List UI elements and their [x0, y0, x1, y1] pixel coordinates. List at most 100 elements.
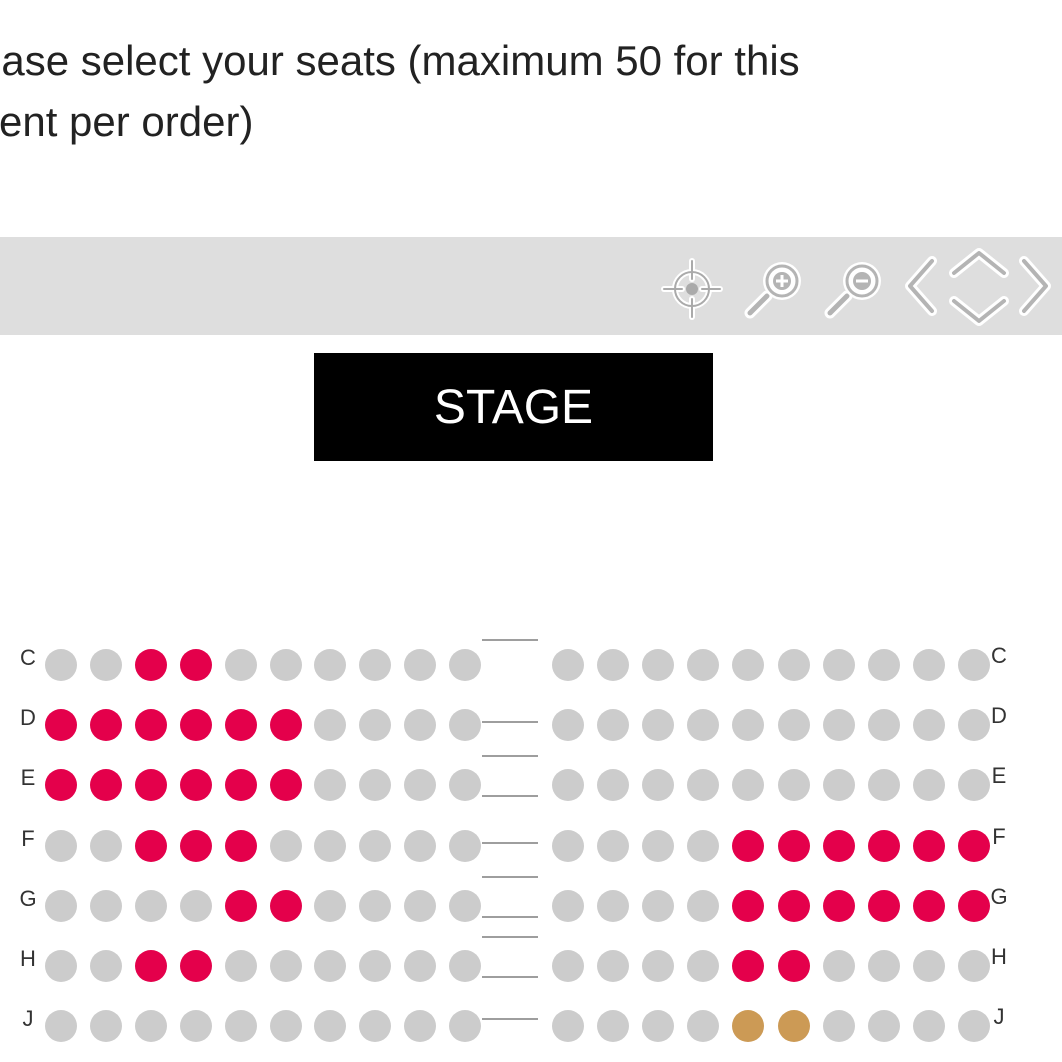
seat-h-left-9[interactable] [404, 950, 437, 982]
seat-f-left-5[interactable] [224, 829, 257, 862]
seat-e-left-2[interactable] [89, 769, 122, 802]
seat-d-left-5[interactable] [224, 709, 257, 742]
seat-e-right-7[interactable] [822, 769, 855, 802]
seat-j-left-3[interactable] [134, 1010, 167, 1043]
seat-f-right-5[interactable] [732, 829, 765, 862]
seat-g-left-3[interactable] [134, 889, 167, 922]
seat-f-left-8[interactable] [359, 829, 392, 862]
seat-f-right-7[interactable] [822, 829, 855, 862]
seat-e-left-1[interactable] [45, 769, 77, 802]
seat-d-left-10[interactable] [449, 709, 482, 742]
seat-e-right-5[interactable] [732, 769, 765, 802]
seat-c-right-2[interactable] [597, 649, 630, 681]
seat-f-left-6[interactable] [269, 829, 302, 862]
seat-h-right-5[interactable] [732, 950, 765, 982]
seat-d-left-2[interactable] [89, 709, 122, 742]
seat-d-left-3[interactable] [134, 709, 167, 742]
seat-f-right-3[interactable] [642, 829, 675, 862]
seat-g-right-7[interactable] [822, 889, 855, 922]
seat-h-left-3[interactable] [134, 950, 167, 982]
pan-left-icon[interactable] [898, 251, 942, 321]
seat-f-left-10[interactable] [449, 829, 482, 862]
seat-f-left-9[interactable] [404, 829, 437, 862]
seat-h-right-4[interactable] [687, 950, 720, 982]
seat-j-right-7[interactable] [822, 1010, 855, 1043]
seat-g-left-5[interactable] [224, 889, 257, 922]
seat-c-right-4[interactable] [687, 649, 720, 681]
seat-h-right-3[interactable] [642, 950, 675, 982]
seat-f-left-2[interactable] [89, 829, 122, 862]
seat-c-left-3[interactable] [134, 649, 167, 681]
seat-c-left-7[interactable] [314, 649, 347, 681]
seat-g-right-4[interactable] [687, 889, 720, 922]
seat-h-left-7[interactable] [314, 950, 347, 982]
seat-d-right-7[interactable] [822, 709, 855, 742]
seat-h-left-8[interactable] [359, 950, 392, 982]
seat-c-left-8[interactable] [359, 649, 392, 681]
seat-h-right-7[interactable] [822, 950, 855, 982]
seat-h-right-1[interactable] [552, 950, 584, 982]
seat-j-right-5[interactable] [732, 1010, 765, 1043]
seat-g-right-6[interactable] [777, 889, 810, 922]
seat-h-right-10[interactable] [957, 950, 990, 982]
seat-e-right-1[interactable] [552, 769, 584, 802]
seat-e-left-7[interactable] [314, 769, 347, 802]
seat-f-right-2[interactable] [597, 829, 630, 862]
seat-j-left-9[interactable] [404, 1010, 437, 1043]
seat-e-left-4[interactable] [179, 769, 212, 802]
seat-d-right-2[interactable] [597, 709, 630, 742]
seat-h-left-6[interactable] [269, 950, 302, 982]
seat-c-left-6[interactable] [269, 649, 302, 681]
seat-h-right-6[interactable] [777, 950, 810, 982]
seat-j-right-1[interactable] [552, 1010, 584, 1043]
zoom-in-icon[interactable] [742, 257, 806, 321]
seat-f-right-4[interactable] [687, 829, 720, 862]
seat-f-right-8[interactable] [867, 829, 900, 862]
seat-c-right-5[interactable] [732, 649, 765, 681]
seat-j-left-6[interactable] [269, 1010, 302, 1043]
seat-d-left-4[interactable] [179, 709, 212, 742]
seat-g-right-1[interactable] [552, 889, 584, 922]
seat-e-right-10[interactable] [957, 769, 990, 802]
seat-c-left-4[interactable] [179, 649, 212, 681]
seat-g-right-10[interactable] [957, 889, 990, 922]
seat-j-right-6[interactable] [777, 1010, 810, 1043]
seat-h-right-9[interactable] [912, 950, 945, 982]
seat-j-right-4[interactable] [687, 1010, 720, 1043]
seat-g-left-8[interactable] [359, 889, 392, 922]
seat-g-left-4[interactable] [179, 889, 212, 922]
seat-d-right-10[interactable] [957, 709, 990, 742]
seat-j-left-1[interactable] [45, 1010, 77, 1043]
seat-c-right-8[interactable] [867, 649, 900, 681]
seat-e-right-3[interactable] [642, 769, 675, 802]
seat-e-left-3[interactable] [134, 769, 167, 802]
seat-c-left-9[interactable] [404, 649, 437, 681]
seat-c-right-3[interactable] [642, 649, 675, 681]
seat-h-right-2[interactable] [597, 950, 630, 982]
seat-f-left-1[interactable] [45, 829, 77, 862]
seat-g-left-6[interactable] [269, 889, 302, 922]
seat-j-right-8[interactable] [867, 1010, 900, 1043]
seat-g-left-10[interactable] [449, 889, 482, 922]
seat-j-left-2[interactable] [89, 1010, 122, 1043]
seat-d-left-9[interactable] [404, 709, 437, 742]
seat-h-left-4[interactable] [179, 950, 212, 982]
seat-e-right-2[interactable] [597, 769, 630, 802]
seat-g-right-8[interactable] [867, 889, 900, 922]
seat-e-left-8[interactable] [359, 769, 392, 802]
seat-c-right-10[interactable] [957, 649, 990, 681]
seat-c-right-9[interactable] [912, 649, 945, 681]
seat-f-right-6[interactable] [777, 829, 810, 862]
seat-d-left-1[interactable] [45, 709, 77, 742]
seat-d-left-8[interactable] [359, 709, 392, 742]
seat-f-right-10[interactable] [957, 829, 990, 862]
seat-j-right-9[interactable] [912, 1010, 945, 1043]
seat-d-right-1[interactable] [552, 709, 584, 742]
seat-d-right-3[interactable] [642, 709, 675, 742]
seat-j-right-10[interactable] [957, 1010, 990, 1043]
seat-j-right-2[interactable] [597, 1010, 630, 1043]
seat-e-right-6[interactable] [777, 769, 810, 802]
seat-e-left-10[interactable] [449, 769, 482, 802]
seat-c-left-10[interactable] [449, 649, 482, 681]
pan-up-down-icon[interactable] [944, 241, 1014, 331]
